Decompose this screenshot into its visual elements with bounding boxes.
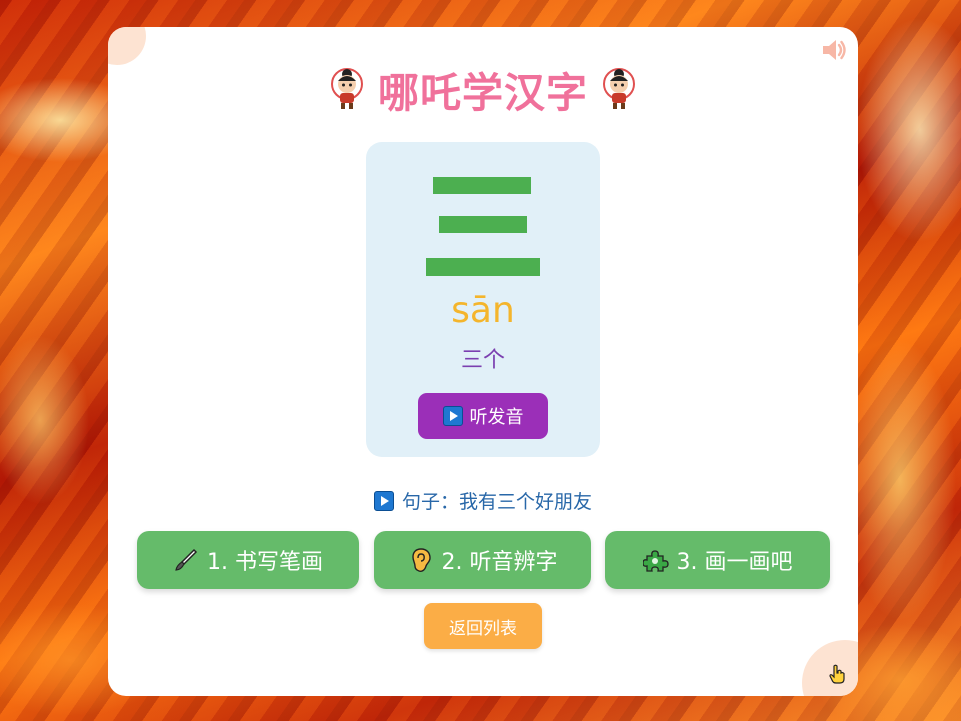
- sentence-button[interactable]: 句子：我有三个好朋友: [108, 487, 858, 514]
- play-icon: [442, 406, 463, 426]
- nezha-mascot-icon: [331, 68, 363, 109]
- corner-decoration: [108, 27, 146, 65]
- play-icon: [373, 490, 394, 511]
- listen-button[interactable]: 听发音: [418, 393, 548, 439]
- stroke-2: [439, 216, 527, 233]
- puzzle-icon: [642, 550, 669, 572]
- paintbrush-icon: [175, 548, 198, 571]
- pinyin: sān: [451, 290, 515, 331]
- back-to-list-button[interactable]: 返回列表: [424, 603, 542, 649]
- example-word: 三个: [460, 348, 505, 373]
- draw-label: 3. 画一画吧: [676, 550, 793, 575]
- character-card: sān 三个 听发音: [366, 142, 600, 457]
- write-strokes-button[interactable]: 1. 书写笔画: [137, 531, 359, 589]
- main-card: 哪吒学汉字 sān 三个 听发音 句子：我有三个好朋友 1. 书写笔画 2. 听…: [108, 27, 858, 696]
- character-glyph: [426, 177, 540, 276]
- action-buttons: 1. 书写笔画 2. 听音辨字 3. 画一画吧: [108, 531, 858, 589]
- speaker-icon[interactable]: [820, 37, 848, 63]
- stroke-3: [426, 258, 540, 276]
- sentence-label: 句子：我有三个好朋友: [401, 491, 592, 513]
- listen-identify-button[interactable]: 2. 听音辨字: [374, 531, 591, 589]
- nezha-mascot-icon: [603, 68, 635, 109]
- pointer-hand-icon: [829, 664, 845, 684]
- write-strokes-label: 1. 书写笔画: [207, 550, 323, 575]
- draw-button[interactable]: 3. 画一画吧: [605, 531, 830, 589]
- header: 哪吒学汉字: [108, 63, 858, 117]
- listen-button-label: 听发音: [469, 407, 524, 428]
- stroke-1: [433, 177, 531, 194]
- listen-identify-label: 2. 听音辨字: [441, 550, 558, 575]
- page-title: 哪吒学汉字: [378, 69, 588, 117]
- ear-icon: [411, 548, 431, 572]
